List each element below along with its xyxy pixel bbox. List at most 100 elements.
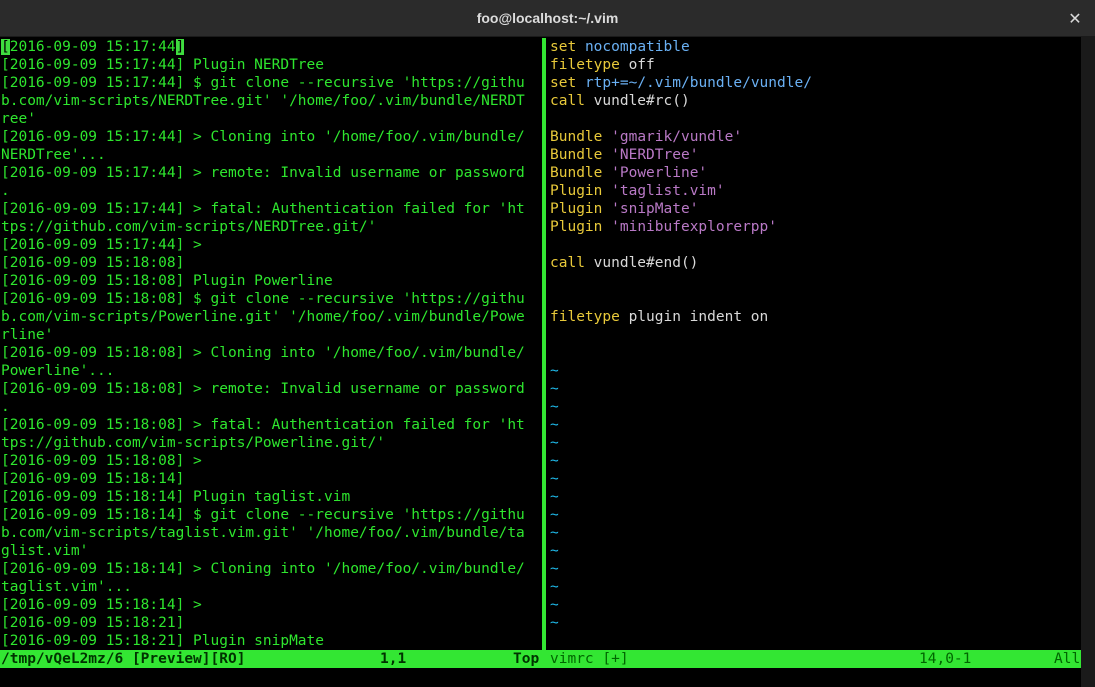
- code-line: ~: [550, 380, 1095, 398]
- output-line: [2016-09-09 15:18:08] $ git clone --recu…: [1, 291, 525, 307]
- empty-line-marker: ~: [550, 615, 559, 631]
- output-line: [2016-09-09 15:17:44] > remote: Invalid …: [1, 165, 525, 181]
- code-token: call: [550, 255, 585, 271]
- output-line: [2016-09-09 15:18:08] > fatal: Authentic…: [1, 417, 525, 433]
- code-line: filetype plugin indent on: [550, 308, 1095, 326]
- code-token: set: [550, 75, 577, 91]
- code-line: ~: [550, 398, 1095, 416]
- output-line: .: [1, 399, 10, 415]
- scrollbar[interactable]: [1081, 37, 1095, 687]
- code-line: Plugin 'snipMate': [550, 200, 1095, 218]
- code-line: ~: [550, 416, 1095, 434]
- code-token: Bundle: [550, 129, 603, 145]
- status-position: 14,0-1: [919, 651, 972, 667]
- code-line: ~: [550, 560, 1095, 578]
- vimrc-pane[interactable]: set nocompatible filetype off set rtp+=~/.…: [550, 38, 1095, 650]
- cursor: [: [1, 39, 10, 55]
- output-line: rline': [1, 327, 54, 343]
- output-line: [2016-09-09 15:17:44] Plugin NERDTree: [1, 57, 325, 73]
- empty-line-marker: ~: [550, 471, 559, 487]
- output-line: ree': [1, 111, 36, 127]
- output-line: [2016-09-09 15:18:14] > Cloning into '/h…: [1, 561, 525, 577]
- code-token: call: [550, 93, 585, 109]
- output-line: [2016-09-09 15:18:14] $ git clone --recu…: [1, 507, 525, 523]
- code-token: 'snipMate': [611, 201, 699, 217]
- code-token: nocompatible: [584, 39, 690, 55]
- status-line-preview[interactable]: /tmp/vQeL2mz/6 [Preview][RO] 1,1 Top: [0, 650, 547, 668]
- code-line: ~: [550, 524, 1095, 542]
- code-line: ~: [550, 452, 1095, 470]
- output-line: [2016-09-09 15:17:44] >: [1, 237, 202, 253]
- empty-line-marker: ~: [550, 381, 559, 397]
- code-line: call vundle#rc(): [550, 92, 1095, 110]
- output-line: [2016-09-09 15:18:08] >: [1, 453, 202, 469]
- output-line: b.com/vim-scripts/Powerline.git' '/home/…: [1, 309, 525, 325]
- code-line: ~: [550, 596, 1095, 614]
- code-line: ~: [550, 506, 1095, 524]
- vertical-split-divider[interactable]: [541, 38, 547, 650]
- code-line: ~: [550, 488, 1095, 506]
- output-line: glist.vim': [1, 543, 89, 559]
- close-icon[interactable]: ✕: [1063, 7, 1087, 31]
- output-line: [2016-09-09 15:17:44] $ git clone --recu…: [1, 75, 525, 91]
- code-line: ~: [550, 578, 1095, 596]
- empty-line-marker: ~: [550, 543, 559, 559]
- title-bar[interactable]: foo@localhost:~/.vim ✕: [0, 0, 1095, 37]
- code-token: 'minibufexplorerpp': [611, 219, 777, 235]
- code-token: Plugin: [550, 219, 603, 235]
- code-line: ~: [550, 614, 1095, 632]
- status-scroll: All: [1054, 651, 1081, 667]
- code-token: 'taglist.vim': [611, 183, 725, 199]
- code-token: rtp: [584, 75, 612, 91]
- code-line: Bundle 'gmarik/vundle': [550, 128, 1095, 146]
- empty-line-marker: ~: [550, 453, 559, 469]
- code-token: vundle#rc(): [584, 93, 690, 109]
- output-line: [2016-09-09 15:18:14] Plugin taglist.vim: [1, 489, 351, 505]
- output-line-first: [2016-09-09 15:17:44]: [1, 38, 541, 56]
- status-line-vimrc[interactable]: vimrc [+] 14,0-1 All: [547, 650, 1081, 668]
- output-line: [2016-09-09 15:18:21] Plugin snipMate: [1, 633, 325, 649]
- terminal-window: foo@localhost:~/.vim ✕ [2016-09-09 15:17…: [0, 0, 1095, 687]
- output-line: [2016-09-09 15:18:08] Plugin Powerline: [1, 273, 333, 289]
- code-token: off: [628, 57, 655, 73]
- empty-line-marker: ~: [550, 417, 559, 433]
- empty-line-marker: ~: [550, 525, 559, 541]
- code-line: ~: [550, 542, 1095, 560]
- output-line: [2016-09-09 15:18:08]: [1, 255, 185, 271]
- code-token: Bundle: [550, 165, 603, 181]
- code-line: ~: [550, 434, 1095, 452]
- code-line: filetype off: [550, 56, 1095, 74]
- status-filename: /tmp/vQeL2mz/6 [Preview][RO]: [1, 651, 246, 667]
- output-lines: [2016-09-09 15:17:44] Plugin NERDTree [20…: [1, 56, 541, 650]
- bracket-match-highlight: ]: [175, 39, 185, 55]
- code-token: 'NERDTree': [611, 147, 699, 163]
- window-title: foo@localhost:~/.vim: [476, 10, 619, 26]
- code-line: ~: [550, 470, 1095, 488]
- code-line: ~: [550, 362, 1095, 380]
- output-line: b.com/vim-scripts/taglist.vim.git' '/hom…: [1, 525, 525, 541]
- code-lines: set nocompatible filetype off set rtp+=~/.…: [550, 38, 1095, 632]
- code-line: Bundle 'NERDTree': [550, 146, 1095, 164]
- code-token: Bundle: [550, 147, 603, 163]
- code-token: 'gmarik/vundle': [611, 129, 743, 145]
- output-line: tps://github.com/vim-scripts/NERDTree.gi…: [1, 219, 377, 235]
- empty-line-marker: ~: [550, 579, 559, 595]
- preview-pane[interactable]: [2016-09-09 15:17:44] [2016-09-09 15:17:…: [1, 38, 541, 650]
- empty-line-marker: ~: [550, 489, 559, 505]
- command-line[interactable]: [0, 668, 1081, 687]
- code-token: 'Powerline': [611, 165, 708, 181]
- output-line: [2016-09-09 15:18:08] > Cloning into '/h…: [1, 345, 525, 361]
- terminal-area[interactable]: [2016-09-09 15:17:44] [2016-09-09 15:17:…: [0, 37, 1095, 687]
- output-line: [2016-09-09 15:17:44] > fatal: Authentic…: [1, 201, 525, 217]
